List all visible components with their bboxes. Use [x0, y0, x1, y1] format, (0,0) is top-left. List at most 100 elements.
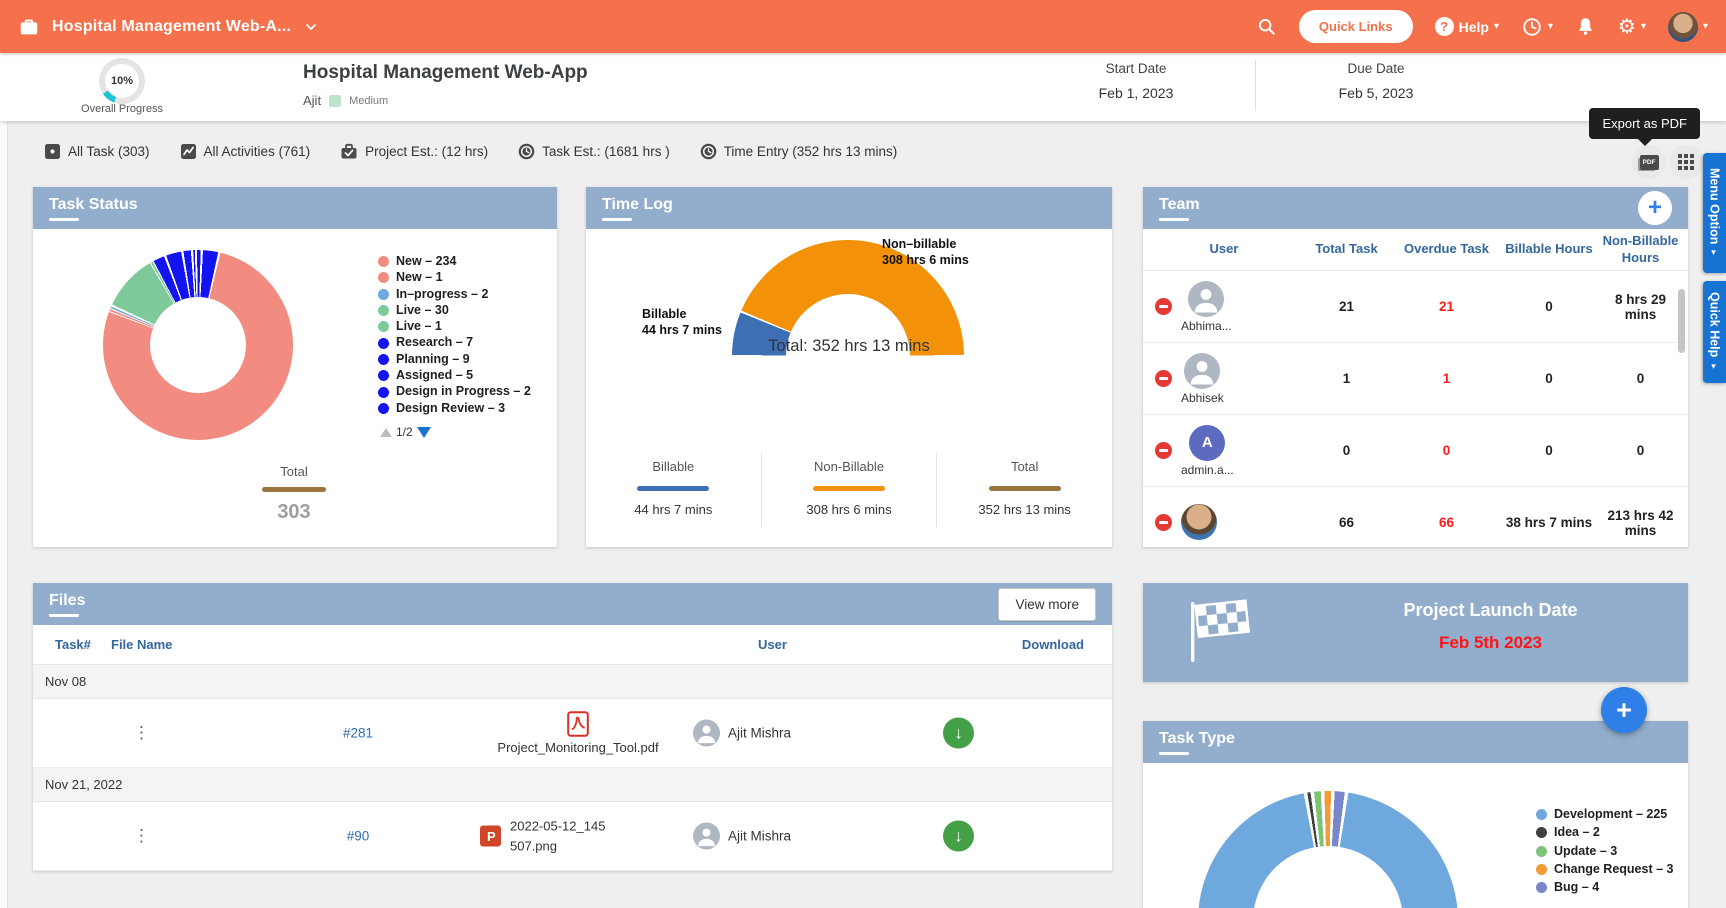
file-name: Project_Monitoring_Tool.pdf — [497, 740, 658, 755]
view-more-button[interactable]: View more — [998, 588, 1096, 621]
quick-links-button[interactable]: Quick Links — [1299, 10, 1413, 43]
legend-item[interactable]: Live – 1 — [378, 320, 553, 333]
collapsed-side-panel — [0, 53, 8, 908]
remove-member-icon[interactable] — [1155, 370, 1172, 387]
nonbillable-hours-value: 213 hrs 42 mins — [1599, 508, 1682, 538]
user-menu[interactable]: ▾ — [1668, 12, 1708, 42]
group-date: Nov 08 — [45, 674, 86, 689]
col-total-task: Total Task — [1299, 241, 1394, 257]
avatar — [693, 823, 720, 850]
legend-item[interactable]: In–progress – 2 — [378, 288, 553, 301]
col-task-number: Task# — [55, 637, 91, 652]
grid-icon — [1678, 154, 1694, 170]
member-name: Abhima... — [1181, 319, 1232, 333]
task-link[interactable]: #90 — [313, 829, 403, 844]
clock-icon — [1521, 16, 1543, 38]
task-status-total: Total 303 — [214, 464, 374, 524]
project-launch-card: Project Launch Date Feb 5th 2023 — [1143, 583, 1688, 682]
legend-item[interactable]: Research – 7 — [378, 336, 553, 349]
start-date-value: Feb 1, 2023 — [1051, 85, 1221, 101]
due-date-block: Due Date Feb 5, 2023 — [1291, 61, 1461, 101]
legend-item[interactable]: Update – 3 — [1536, 845, 1686, 858]
kebab-menu-icon[interactable]: ⋮ — [133, 826, 150, 846]
file-cell[interactable]: Project_Monitoring_Tool.pdf — [463, 711, 693, 755]
stat-time-entry[interactable]: Time Entry (352 hrs 13 mins) — [700, 143, 898, 160]
page-up-icon[interactable] — [380, 428, 392, 437]
launch-title: Project Launch Date — [1323, 600, 1658, 621]
task-type-card: Task Type Development – 225 Idea – 2 Upd… — [1143, 721, 1688, 908]
search-icon[interactable] — [1256, 16, 1277, 37]
quick-help-label: Quick Help — [1708, 292, 1722, 357]
task-type-donut-chart[interactable] — [1198, 791, 1458, 908]
time-log-card: Time Log Non–billable 308 hrs 6 mins Bil… — [586, 187, 1112, 547]
total-task-value: 21 — [1299, 299, 1394, 314]
avatar — [1181, 504, 1217, 540]
download-button[interactable]: ↓ — [943, 821, 974, 852]
nonbillable-hours-value: 8 hrs 29 mins — [1599, 292, 1682, 322]
help-menu[interactable]: ? Help ▾ — [1435, 17, 1499, 36]
file-cell[interactable]: P 2022-05-12_145507.png — [479, 817, 679, 856]
legend-item[interactable]: Design Review – 3 — [378, 402, 553, 415]
legend-item[interactable]: Live – 30 — [378, 304, 553, 317]
member-name: admin.a... — [1181, 463, 1234, 477]
legend-item[interactable]: Change Request – 3 — [1536, 863, 1686, 876]
due-date-label: Due Date — [1291, 61, 1461, 76]
stat-task-estimate[interactable]: Task Est.: (1681 hrs ) — [518, 143, 670, 160]
task-status-donut-chart[interactable] — [103, 250, 293, 440]
chevron-down-icon[interactable] — [303, 19, 319, 35]
time-log-total-text: Total: 352 hrs 13 mins — [586, 337, 1112, 356]
stat-project-estimate[interactable]: Project Est.: (12 hrs) — [340, 143, 488, 160]
settings-menu[interactable]: ⚙ ▾ — [1618, 17, 1646, 37]
legend-label: Idea – 2 — [1554, 826, 1600, 839]
quick-help-tab[interactable]: Quick Help ▾ — [1703, 281, 1726, 383]
legend-item[interactable]: Planning – 9 — [378, 353, 553, 366]
donut-hole — [786, 294, 910, 418]
menu-option-label: Menu Option — [1708, 168, 1722, 244]
priority-label: Medium — [349, 95, 388, 107]
legend-item[interactable]: New – 1 — [378, 271, 553, 284]
download-button[interactable]: ↓ — [943, 718, 974, 749]
legend-item[interactable]: New – 234 — [378, 255, 553, 268]
project-switcher[interactable]: Hospital Management Web-A... — [18, 16, 319, 38]
add-member-button[interactable]: + — [1638, 191, 1672, 225]
add-widget-fab[interactable]: + — [1601, 687, 1647, 733]
file-date-group: Nov 21, 2022 — [33, 768, 1112, 802]
legend-item[interactable]: Bug – 4 — [1536, 881, 1686, 894]
avatar — [1184, 353, 1220, 389]
export-pdf-tooltip: Export as PDF — [1589, 108, 1700, 139]
legend-label: Update – 3 — [1554, 845, 1617, 858]
widget-grid-button[interactable] — [1669, 145, 1703, 179]
legend-label: Design in Progress – 2 — [396, 385, 531, 398]
legend-item[interactable]: Development – 225 — [1536, 808, 1686, 821]
help-label: Help — [1459, 19, 1489, 35]
legend-item[interactable]: Assigned – 5 — [378, 369, 553, 382]
legend-dot — [378, 370, 389, 381]
file-user: Ajit Mishra — [693, 823, 791, 850]
legend-label: Research – 7 — [396, 336, 473, 349]
group-date: Nov 21, 2022 — [45, 777, 122, 792]
remove-member-icon[interactable] — [1155, 298, 1172, 315]
remove-member-icon[interactable] — [1155, 514, 1172, 531]
notifications-bell-icon[interactable] — [1575, 16, 1596, 37]
team-scrollbar-thumb[interactable] — [1678, 289, 1685, 353]
stat-all-task[interactable]: All Task (303) — [44, 143, 150, 160]
task-status-header: Task Status — [33, 187, 557, 229]
billable-stat: Billable 44 hrs 7 mins — [586, 453, 761, 527]
kebab-menu-icon[interactable]: ⋮ — [133, 723, 150, 743]
menu-option-tab[interactable]: Menu Option ▾ — [1703, 153, 1726, 273]
files-header: Files View more — [33, 583, 1112, 625]
page-down-icon[interactable] — [417, 427, 431, 438]
stat-all-activities[interactable]: All Activities (761) — [180, 143, 311, 160]
task-type-legend: Development – 225 Idea – 2 Update – 3 Ch… — [1536, 808, 1686, 894]
stat-label: Task Est.: (1681 hrs ) — [542, 144, 670, 159]
date-divider — [1255, 59, 1256, 111]
col-user: User — [1149, 241, 1299, 257]
task-status-card: Task Status New – 234 New – 1 In–progres… — [33, 187, 557, 547]
file-row: ⋮ #281 Project_Monitoring_Tool.pdf Ajit … — [33, 699, 1112, 768]
legend-item[interactable]: Design in Progress – 2 — [378, 385, 553, 398]
files-card: Files View more Task# File Name User Dow… — [33, 583, 1112, 871]
legend-item[interactable]: Idea – 2 — [1536, 826, 1686, 839]
recent-activity-menu[interactable]: ▾ — [1521, 16, 1553, 38]
remove-member-icon[interactable] — [1155, 442, 1172, 459]
task-link[interactable]: #281 — [313, 726, 403, 741]
